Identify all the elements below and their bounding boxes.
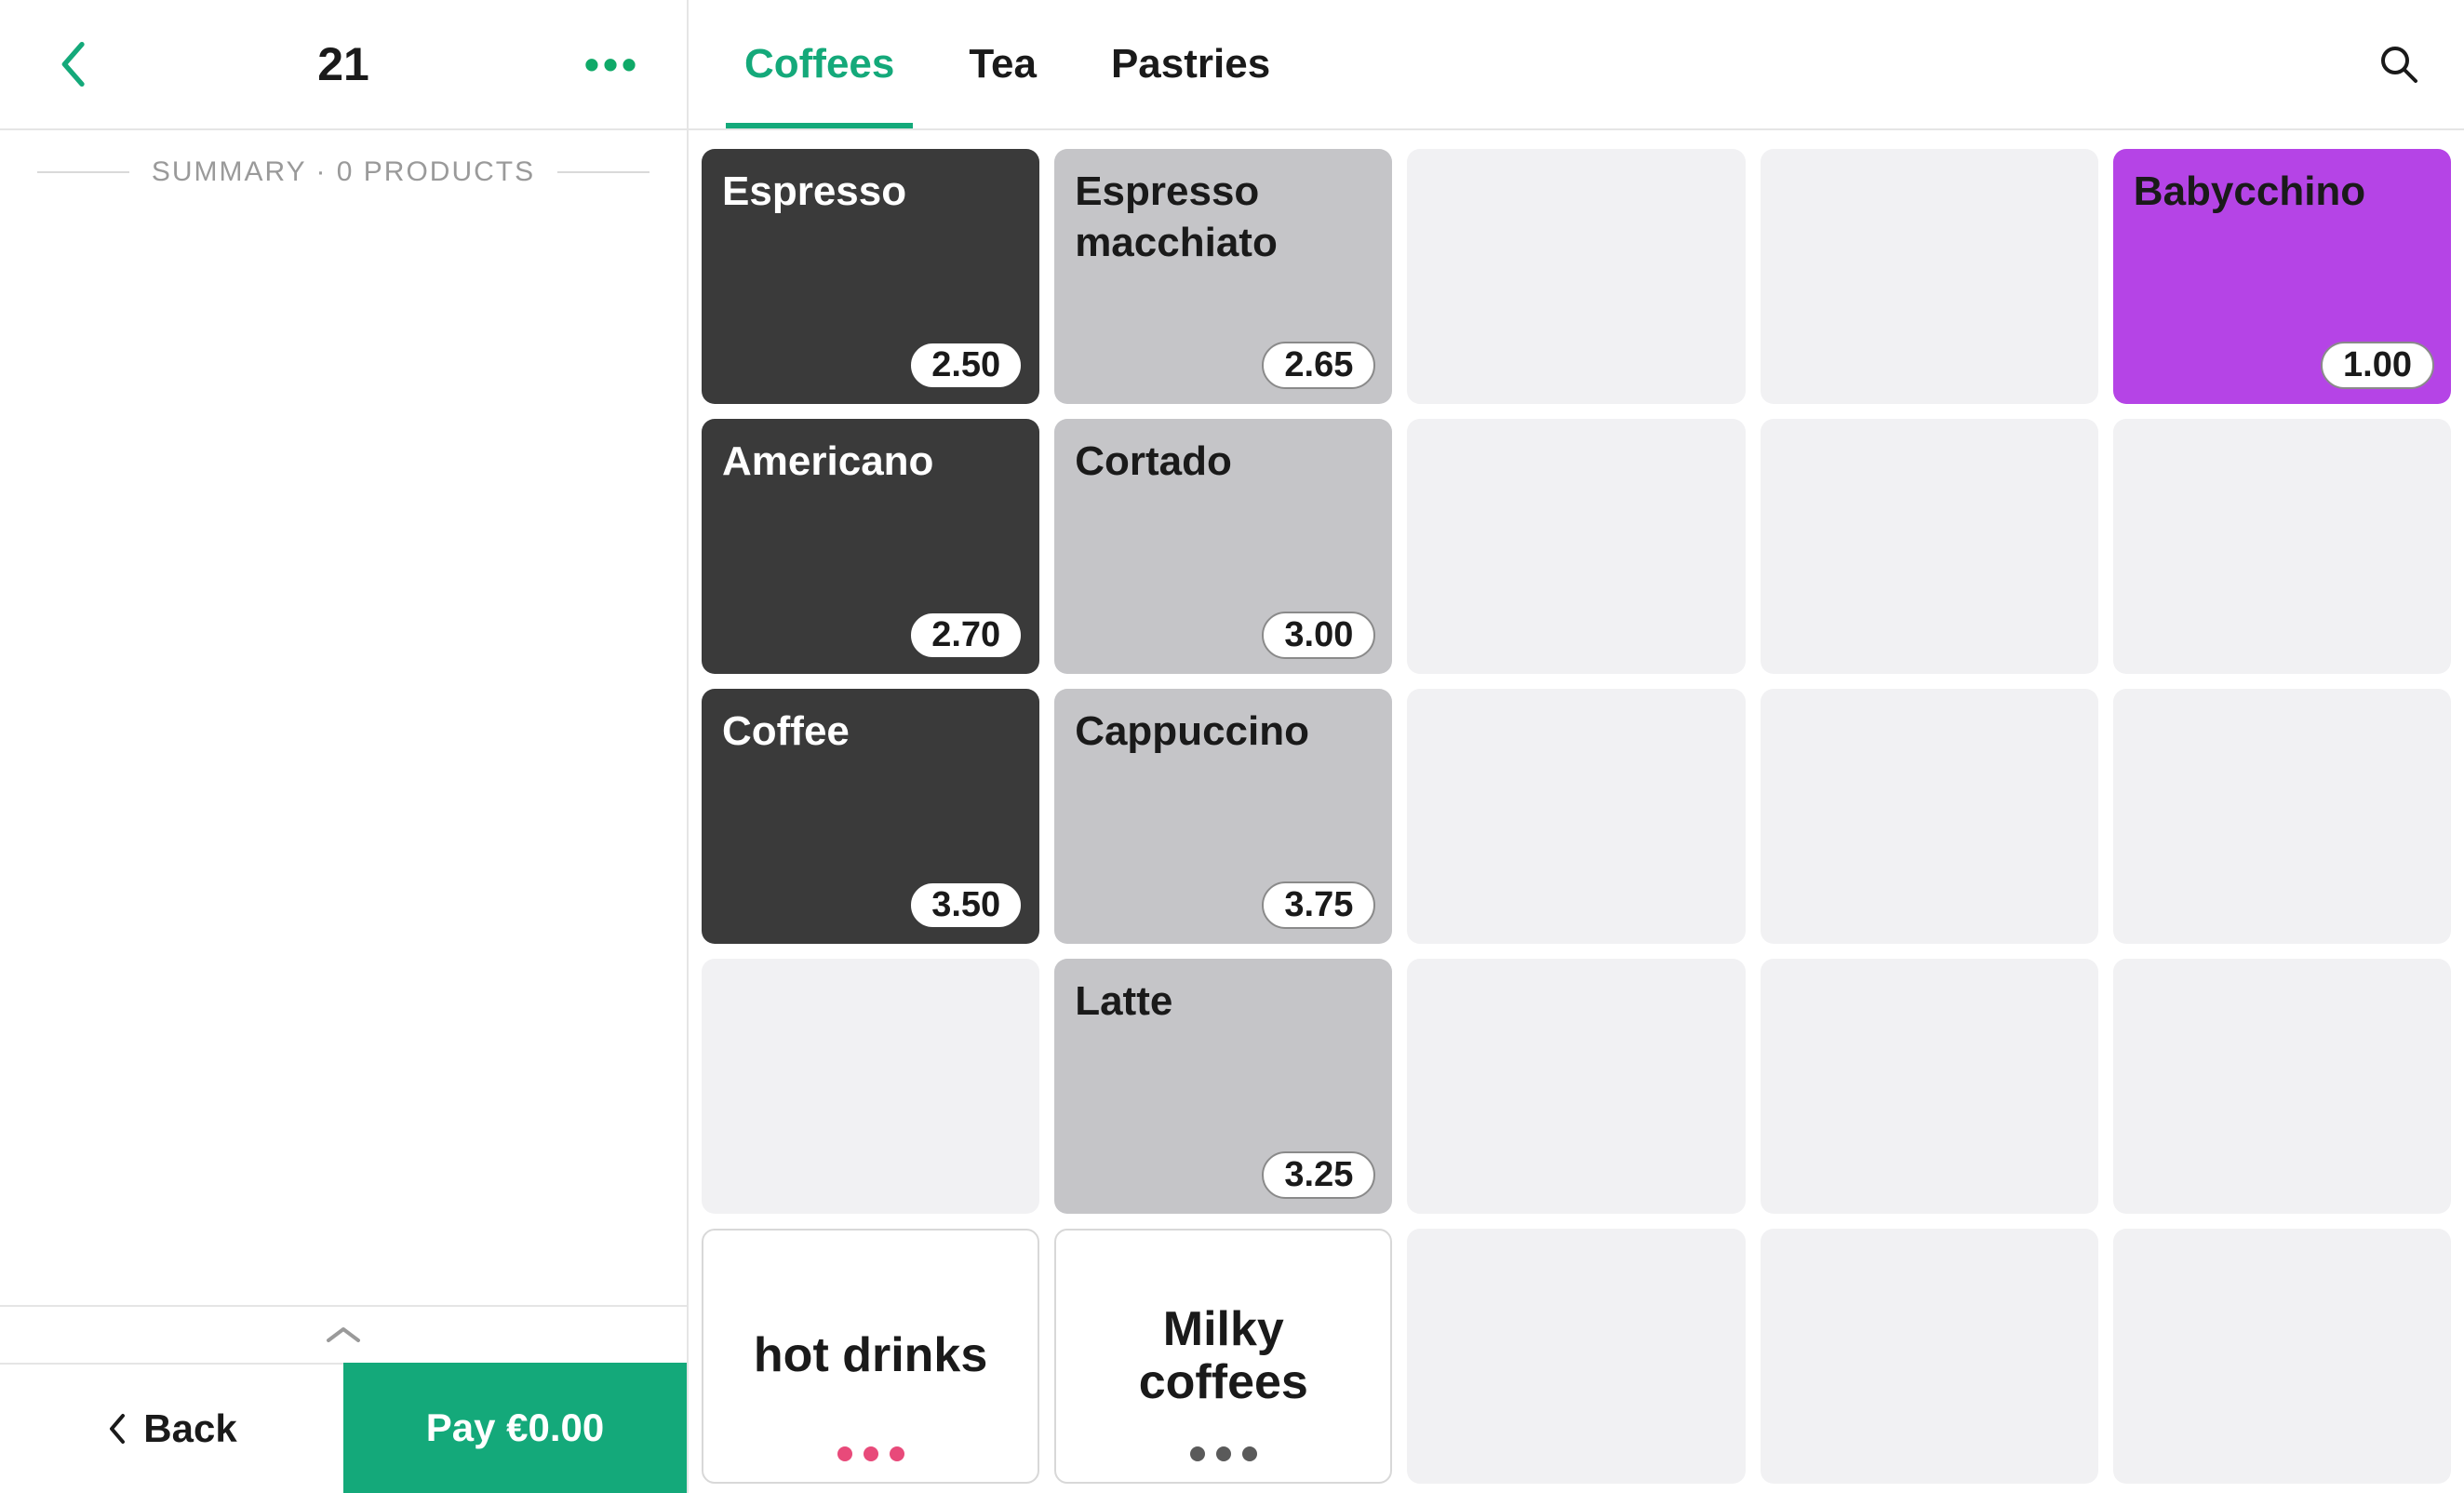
empty-tile bbox=[1761, 149, 2098, 404]
summary-label: SUMMARY · 0 PRODUCTS bbox=[129, 156, 557, 188]
subcategory-name: Milky coffees bbox=[1077, 1303, 1370, 1409]
empty-tile bbox=[1761, 959, 2098, 1214]
empty-tile bbox=[2113, 689, 2451, 944]
product-name: Coffee bbox=[722, 706, 1019, 757]
product-name: Espresso bbox=[722, 166, 1019, 217]
subcategory-tile[interactable]: Milky coffees bbox=[1054, 1229, 1392, 1484]
more-options-button[interactable]: ••• bbox=[584, 36, 640, 92]
empty-tile bbox=[1407, 689, 1745, 944]
order-footer: Back Pay €0.00 bbox=[0, 1305, 687, 1493]
divider-line bbox=[557, 171, 649, 173]
product-tile[interactable]: Latte 3.25 bbox=[1054, 959, 1392, 1214]
chevron-left-icon bbox=[106, 1412, 128, 1446]
catalog-header: Coffees Tea Pastries bbox=[689, 0, 2464, 130]
empty-tile bbox=[1761, 419, 2098, 674]
empty-tile bbox=[702, 959, 1039, 1214]
product-price: 2.50 bbox=[909, 342, 1023, 389]
empty-tile bbox=[1761, 689, 2098, 944]
product-name: Babycchino bbox=[2134, 166, 2431, 217]
product-price: 2.65 bbox=[1262, 342, 1375, 389]
product-tile[interactable]: Espresso macchiato 2.65 bbox=[1054, 149, 1392, 404]
order-panel: 21 ••• SUMMARY · 0 PRODUCTS bbox=[0, 0, 689, 1493]
back-button-label: Back bbox=[143, 1406, 236, 1451]
product-name: Americano bbox=[722, 436, 1019, 487]
dots-icon: ••• bbox=[584, 39, 640, 89]
product-tile[interactable]: Cortado 3.00 bbox=[1054, 419, 1392, 674]
chevron-up-icon bbox=[325, 1324, 362, 1346]
product-tile[interactable]: Cappuccino 3.75 bbox=[1054, 689, 1392, 944]
product-price: 3.00 bbox=[1262, 612, 1375, 659]
tab-coffees[interactable]: Coffees bbox=[744, 0, 894, 128]
product-price: 2.70 bbox=[909, 612, 1023, 659]
product-tile[interactable]: Babycchino 1.00 bbox=[2113, 149, 2451, 404]
empty-tile bbox=[1407, 419, 1745, 674]
back-button[interactable]: Back bbox=[0, 1363, 343, 1493]
search-button[interactable] bbox=[2371, 36, 2427, 92]
search-icon bbox=[2378, 44, 2419, 85]
subcategory-tile[interactable]: hot drinks bbox=[702, 1229, 1039, 1484]
order-number: 21 bbox=[317, 37, 369, 91]
empty-tile bbox=[2113, 959, 2451, 1214]
pay-button-label: Pay €0.00 bbox=[426, 1406, 605, 1450]
divider-line bbox=[37, 171, 129, 173]
product-name: Cortado bbox=[1075, 436, 1372, 487]
empty-tile bbox=[2113, 419, 2451, 674]
product-tile[interactable]: Espresso 2.50 bbox=[702, 149, 1039, 404]
product-price: 3.75 bbox=[1262, 881, 1375, 929]
page-dots-icon bbox=[1056, 1446, 1390, 1461]
product-price: 1.00 bbox=[2321, 342, 2434, 389]
tab-pastries[interactable]: Pastries bbox=[1111, 0, 1270, 128]
product-price: 3.50 bbox=[909, 881, 1023, 929]
order-header: 21 ••• bbox=[0, 0, 687, 130]
empty-tile bbox=[1407, 1229, 1745, 1484]
category-tabs: Coffees Tea Pastries bbox=[744, 0, 1270, 128]
pay-button[interactable]: Pay €0.00 bbox=[343, 1363, 687, 1493]
product-name: Latte bbox=[1075, 975, 1372, 1027]
tab-tea[interactable]: Tea bbox=[969, 0, 1037, 128]
product-name: Cappuccino bbox=[1075, 706, 1372, 757]
empty-tile bbox=[1761, 1229, 2098, 1484]
summary-divider: SUMMARY · 0 PRODUCTS bbox=[0, 130, 687, 188]
product-tile[interactable]: Americano 2.70 bbox=[702, 419, 1039, 674]
product-price: 3.25 bbox=[1262, 1151, 1375, 1199]
back-arrow-button[interactable] bbox=[47, 36, 102, 92]
product-tile[interactable]: Coffee 3.50 bbox=[702, 689, 1039, 944]
empty-tile bbox=[2113, 1229, 2451, 1484]
empty-tile bbox=[1407, 959, 1745, 1214]
page-dots-icon bbox=[703, 1446, 1038, 1461]
empty-tile bbox=[1407, 149, 1745, 404]
product-grid: Espresso 2.50 Espresso macchiato 2.65 Babycc… bbox=[702, 149, 2451, 1480]
subcategory-name: hot drinks bbox=[754, 1329, 987, 1382]
product-name: Espresso macchiato bbox=[1075, 166, 1372, 268]
chevron-left-icon bbox=[60, 42, 89, 87]
collapse-handle[interactable] bbox=[0, 1307, 687, 1363]
catalog-panel: CoffeesTeaPastries Espresso2.50Espresso … bbox=[689, 0, 2464, 1493]
